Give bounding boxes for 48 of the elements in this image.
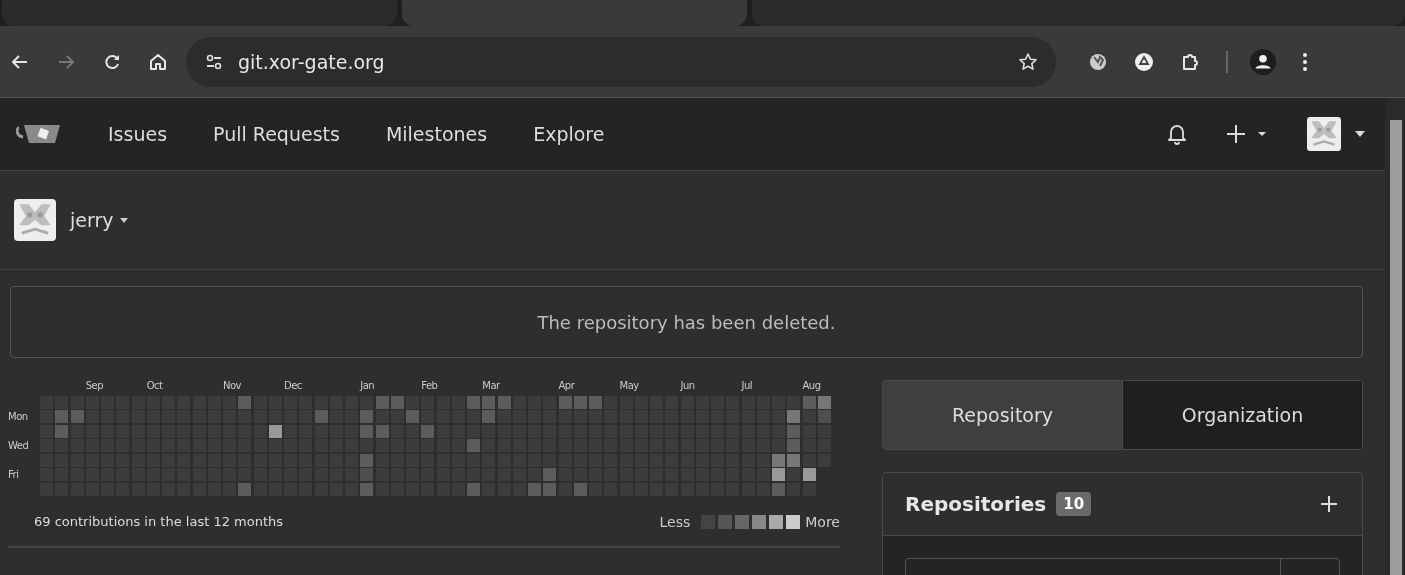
weekday-label: Wed xyxy=(8,439,30,452)
nav-link[interactable]: Pull Requests xyxy=(213,123,340,145)
user-switcher[interactable]: jerry xyxy=(70,209,128,231)
month-label: Oct xyxy=(146,380,164,393)
caret-icon xyxy=(119,217,128,223)
month-label: May xyxy=(619,380,640,393)
add-icon[interactable] xyxy=(1320,495,1338,513)
legend-label: Less xyxy=(659,513,691,530)
weekday-label: Fri xyxy=(8,468,20,481)
profile-icon[interactable] xyxy=(1250,48,1276,75)
extensions-puzzle-icon[interactable] xyxy=(1180,51,1200,72)
month-label: Jan xyxy=(360,380,376,393)
month-label: Dec xyxy=(284,380,303,393)
alert-message: The repository has been deleted. xyxy=(10,286,1363,358)
create-plus-icon[interactable] xyxy=(1227,124,1267,144)
weekday-label: Mon xyxy=(8,410,29,423)
legend-swatch xyxy=(786,514,801,529)
month-label: Aug xyxy=(802,380,822,393)
month-label: Mar xyxy=(482,380,501,393)
scrollbar[interactable] xyxy=(1385,98,1405,575)
month-label: Feb xyxy=(421,380,439,393)
count-badge: 10 xyxy=(1056,492,1092,516)
panel-title: Repositories xyxy=(905,492,1047,516)
tab[interactable]: Organization xyxy=(1123,381,1362,449)
legend-swatch xyxy=(752,514,767,529)
notification-bell-icon[interactable] xyxy=(1167,123,1187,145)
tab[interactable]: Repository xyxy=(883,381,1123,449)
nav-link[interactable]: Issues xyxy=(108,123,168,145)
menu-icon[interactable] xyxy=(1302,51,1308,72)
nav-link[interactable]: Milestones xyxy=(385,123,488,145)
month-label: Jun xyxy=(680,380,696,393)
user-menu[interactable] xyxy=(1307,117,1365,151)
month-label: Sep xyxy=(85,380,105,393)
month-label: Jul xyxy=(741,380,754,393)
legend-swatch xyxy=(735,514,750,529)
contribution-summary: 69 contributions in the last 12 months xyxy=(34,514,285,529)
address-bar[interactable]: git.xor-gate.org xyxy=(186,36,1056,87)
home-icon[interactable] xyxy=(148,51,168,72)
month-label: Apr xyxy=(558,380,576,393)
legend-swatch xyxy=(769,514,784,529)
legend-swatch xyxy=(718,514,733,529)
caret-icon xyxy=(1355,131,1365,137)
avatar-icon xyxy=(14,199,56,241)
nav-link[interactable]: Explore xyxy=(533,123,605,145)
bookmark-star-icon[interactable] xyxy=(1018,51,1038,72)
legend-label: More xyxy=(805,513,840,530)
month-label: Nov xyxy=(223,380,243,393)
avatar-icon xyxy=(1307,117,1341,151)
